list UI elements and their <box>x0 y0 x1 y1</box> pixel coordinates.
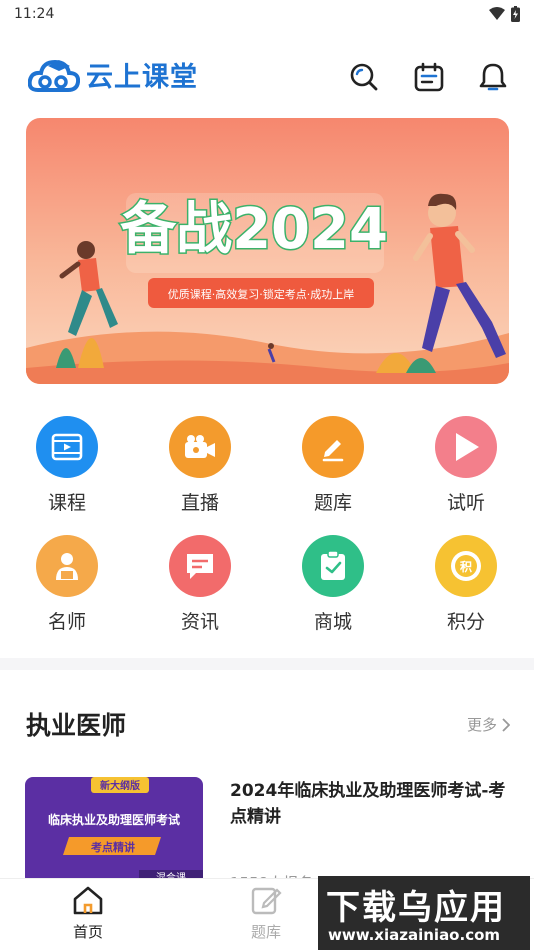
cloud-logo-icon <box>28 59 80 92</box>
thumb-title: 临床执业及助理医师考试 <box>48 812 180 827</box>
banner-tagline: 优质课程·高效复习·锁定考点·成功上岸 <box>168 287 355 301</box>
section-divider <box>0 658 534 670</box>
edit-icon <box>251 887 282 915</box>
tab-questions-label: 题库 <box>250 923 281 941</box>
app-logo: 云上课堂 <box>28 54 198 94</box>
grid-label-teachers: 名师 <box>47 611 86 633</box>
grid-label-questions: 题库 <box>313 492 352 514</box>
thumb-sub: 考点精讲 <box>91 840 135 854</box>
promo-banner[interactable]: 备战2024 优质课程·高效复习·锁定考点·成功上岸 <box>26 118 509 384</box>
search-button[interactable] <box>347 60 381 94</box>
bell-icon <box>479 63 507 91</box>
watermark-big: 下载乌应用 <box>326 888 506 928</box>
tab-questions[interactable]: 题库 <box>226 885 306 942</box>
message-icon <box>169 535 231 597</box>
calendar-icon <box>414 62 444 92</box>
app-header: 云上课堂 <box>0 48 534 104</box>
course-title[interactable]: 2024年临床执业及助理医师考试-考点精讲 <box>230 778 510 830</box>
grid-label-courses: 课程 <box>47 492 86 514</box>
grid-label-news: 资讯 <box>180 611 219 633</box>
course-thumbnail[interactable]: 新大纲版 临床执业及助理医师考试 考点精讲 混合课 <box>25 777 203 885</box>
grid-item-courses[interactable]: 课程 <box>7 416 127 515</box>
grid-label-live: 直播 <box>180 492 219 514</box>
grid-item-news[interactable]: 资讯 <box>140 535 260 634</box>
tab-home-label: 首页 <box>72 923 103 941</box>
points-coin-icon: 积 <box>435 535 497 597</box>
grid-label-trial: 试听 <box>446 492 485 514</box>
play-icon <box>435 416 497 478</box>
more-label: 更多 <box>466 716 497 734</box>
status-bar: 11:24 <box>0 0 534 30</box>
chevron-right-icon <box>502 717 510 732</box>
tab-home[interactable]: 首页 <box>48 885 128 942</box>
grid-label-shop: 商城 <box>313 611 352 633</box>
video-icon <box>36 416 98 478</box>
status-icons <box>489 6 520 22</box>
banner-illustration: 备战2024 优质课程·高效复习·锁定考点·成功上岸 <box>26 118 509 384</box>
headline-plate: 备战2024 优质课程·高效复习·锁定考点·成功上岸 <box>119 193 389 308</box>
battery-icon <box>511 6 520 22</box>
grid-item-questions[interactable]: 题库 <box>273 416 393 515</box>
notification-button[interactable] <box>476 60 510 94</box>
section-title: 执业医师 <box>26 711 127 740</box>
svg-text:积: 积 <box>460 559 472 574</box>
clipboard-check-icon <box>302 535 364 597</box>
grid-item-teachers[interactable]: 名师 <box>7 535 127 634</box>
camera-icon <box>169 416 231 478</box>
banner-headline: 备战2024 <box>120 197 388 262</box>
search-icon <box>350 63 378 91</box>
grid-item-live[interactable]: 直播 <box>140 416 260 515</box>
grid-label-points: 积分 <box>446 611 485 633</box>
home-icon <box>73 886 103 915</box>
teacher-icon <box>36 535 98 597</box>
pencil-icon <box>302 416 364 478</box>
more-link[interactable]: 更多 <box>467 714 510 735</box>
calendar-button[interactable] <box>412 60 446 94</box>
wifi-icon <box>489 7 505 20</box>
grid-item-points[interactable]: 积 积分 <box>406 535 526 634</box>
status-time: 11:24 <box>14 6 55 22</box>
watermark-small: www.xiazainiao.com <box>328 926 501 944</box>
app-name: 云上课堂 <box>86 61 198 93</box>
grid-item-shop[interactable]: 商城 <box>273 535 393 634</box>
grid-item-trial[interactable]: 试听 <box>406 416 526 515</box>
thumb-badge: 新大纲版 <box>100 779 140 792</box>
watermark: 下载乌应用 www.xiazainiao.com <box>318 876 530 950</box>
